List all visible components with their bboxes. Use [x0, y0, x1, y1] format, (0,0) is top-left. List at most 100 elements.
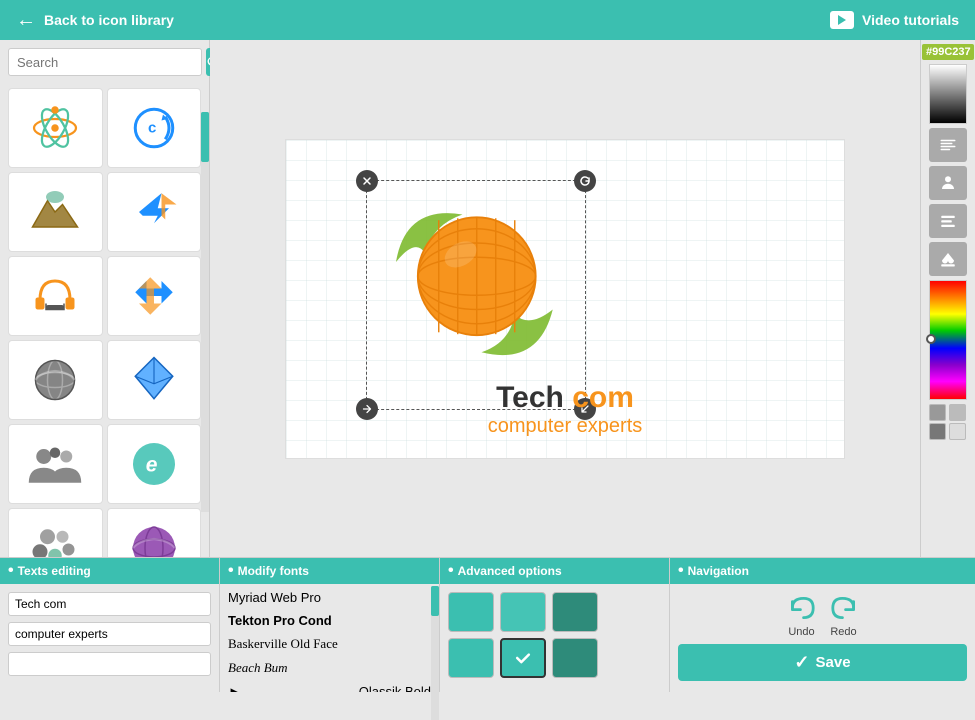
canvas-wrapper: Tech com computer experts [210, 40, 920, 557]
redo-icon [828, 592, 860, 624]
sidebar: c [0, 40, 210, 557]
icon-community [25, 434, 85, 494]
font-item-myriad[interactable]: Myriad Web Pro [220, 586, 439, 609]
list-item[interactable] [8, 424, 103, 504]
swatch-teal-2[interactable] [500, 592, 546, 632]
list-item[interactable] [107, 172, 202, 252]
font-item-qlassik[interactable]: ► Qlassik Bold [220, 680, 439, 692]
color-swatch-grey2[interactable] [949, 404, 966, 421]
icon-atom [25, 98, 85, 158]
canvas-title: Tech com [286, 381, 844, 415]
font-item-beachbum[interactable]: Beach Bum [220, 656, 439, 680]
advanced-panel-label: Advanced options [458, 564, 562, 578]
icon-headphones [25, 266, 85, 326]
list-item[interactable] [8, 256, 103, 336]
save-check-icon: ✓ [794, 652, 809, 673]
video-label: Video tutorials [862, 12, 959, 28]
list-item[interactable] [8, 172, 103, 252]
handle-top-right[interactable] [574, 170, 596, 192]
undo-label: Undo [788, 626, 814, 638]
undo-button[interactable]: Undo [786, 592, 818, 638]
close-icon [361, 175, 373, 187]
swatch-teal-dark-2[interactable] [552, 638, 598, 678]
icon-arrows-multi [124, 266, 184, 326]
logo-selection-box[interactable] [366, 180, 586, 410]
fonts-panel-label: Modify fonts [238, 564, 309, 578]
fonts-panel: • Modify fonts Myriad Web Pro Tekton Pro… [220, 557, 440, 692]
icon-sphere-grey [25, 350, 85, 410]
swatches-row-2 [448, 638, 661, 678]
font-name: Tekton Pro Cond [228, 613, 332, 628]
list-item[interactable]: e [107, 424, 202, 504]
swatch-teal-1[interactable] [448, 592, 494, 632]
fonts-scroll-thumb [431, 586, 439, 616]
video-tutorials-button[interactable]: Video tutorials [830, 11, 959, 29]
nav-body: Undo Redo ✓ Save [670, 584, 975, 689]
list-item[interactable] [8, 340, 103, 420]
fonts-panel-header: • Modify fonts [220, 558, 439, 584]
color-swatch-grey1[interactable] [929, 404, 946, 421]
canvas[interactable]: Tech com computer experts [285, 139, 845, 459]
fill-button[interactable] [929, 242, 967, 276]
canvas-text: Tech com computer experts [286, 381, 844, 438]
icon-grid: c [0, 84, 209, 557]
redo-button[interactable]: Redo [828, 592, 860, 638]
undo-icon [786, 592, 818, 624]
main-layout: c [0, 40, 975, 557]
right-panel: #99C237 [920, 40, 975, 557]
nav-bullet: • [678, 562, 684, 580]
list-item[interactable] [8, 88, 103, 168]
search-input[interactable] [8, 48, 202, 76]
font-item-tekton[interactable]: Tekton Pro Cond [220, 609, 439, 632]
swatch-selected[interactable] [500, 638, 546, 678]
back-arrow-icon: ← [16, 9, 36, 32]
swatch-teal-3[interactable] [448, 638, 494, 678]
text-input-1[interactable] [8, 592, 211, 616]
texts-panel-header: • Texts editing [0, 558, 219, 584]
color-gradient[interactable] [929, 64, 967, 124]
color-swatch-grey3[interactable] [929, 423, 946, 440]
list-item[interactable] [107, 256, 202, 336]
video-icon [830, 11, 854, 29]
list-item[interactable] [107, 340, 202, 420]
icon-flower [25, 518, 85, 557]
back-button[interactable]: ← Back to icon library [16, 9, 174, 32]
fonts-scrollbar [431, 586, 439, 720]
color-rainbow-picker[interactable] [929, 280, 967, 400]
swatch-teal-dark-1[interactable] [552, 592, 598, 632]
texts-bullet: • [8, 562, 14, 580]
logo-globe [377, 186, 577, 386]
search-bar [0, 40, 209, 84]
save-label: Save [816, 654, 851, 671]
texts-panel-label: Texts editing [18, 564, 91, 578]
font-item-baskerville[interactable]: Baskerville Old Face [220, 632, 439, 656]
list-item[interactable] [8, 508, 103, 557]
font-name: Qlassik Bold [359, 684, 431, 692]
canvas-title-black: Tech [496, 381, 572, 414]
advanced-body [440, 584, 669, 686]
color-swatch-grey4[interactable] [949, 423, 966, 440]
text-input-2[interactable] [8, 622, 211, 646]
texts-panel-body [0, 584, 219, 684]
font-arrow: ► [228, 684, 241, 692]
nav-panel-label: Navigation [688, 564, 749, 578]
right-tool-buttons [929, 128, 967, 162]
refresh-icon [579, 175, 591, 187]
color-hex-display: #99C237 [922, 44, 974, 60]
navigation-panel: • Navigation Undo Redo [670, 557, 975, 692]
save-button[interactable]: ✓ Save [678, 644, 967, 681]
text-input-3[interactable] [8, 652, 211, 676]
back-label: Back to icon library [44, 12, 174, 28]
list-item[interactable] [107, 508, 202, 557]
advanced-options-panel: • Advanced options [440, 557, 670, 692]
text-style-button[interactable] [929, 204, 967, 238]
align-text-button[interactable] [929, 128, 967, 162]
globe-svg [377, 186, 567, 376]
person-icon-button[interactable] [929, 166, 967, 200]
handle-top-left[interactable] [356, 170, 378, 192]
fonts-bullet: • [228, 562, 234, 580]
font-name: Myriad Web Pro [228, 590, 321, 605]
redo-label: Redo [830, 626, 856, 638]
advanced-bullet: • [448, 562, 454, 580]
list-item[interactable]: c [107, 88, 202, 168]
